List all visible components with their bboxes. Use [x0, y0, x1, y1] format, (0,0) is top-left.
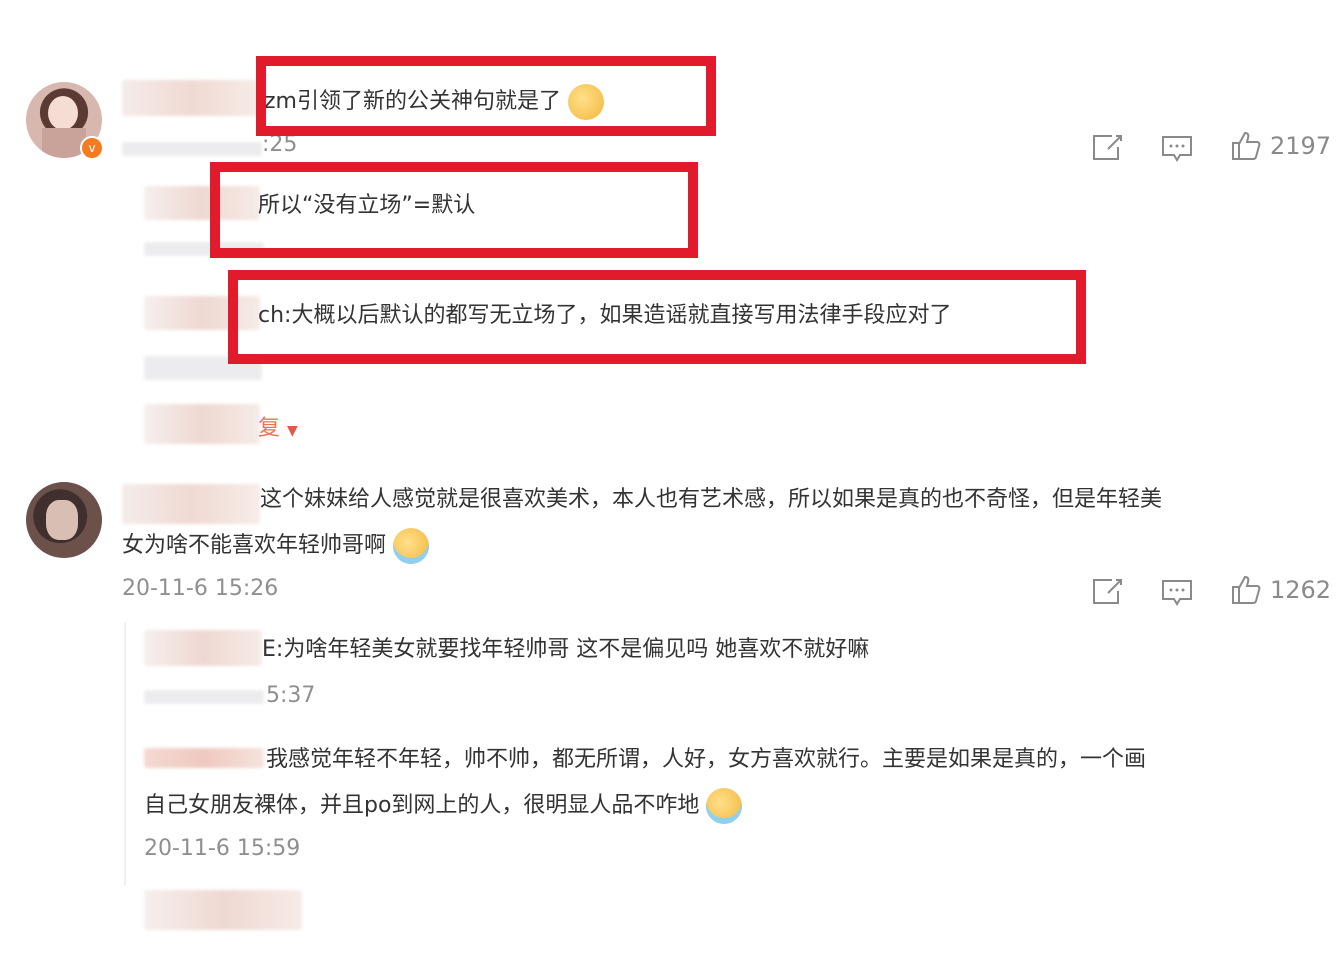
reply-time-redacted	[144, 690, 264, 704]
crying-laughing-emoji-icon	[706, 788, 743, 824]
caret-down-icon: ▼	[287, 423, 298, 439]
username-redacted	[122, 80, 262, 116]
reply-username-redacted	[144, 630, 262, 666]
thumbs-up-icon	[1230, 130, 1262, 162]
comment-body: 女为啥不能喜欢年轻帅哥啊	[122, 533, 387, 558]
comment-text-line2: 女为啥不能喜欢年轻帅哥啊	[122, 528, 430, 564]
highlight-box	[228, 270, 1086, 364]
like-count: 1262	[1270, 576, 1332, 604]
reply-username-redacted	[144, 748, 264, 768]
highlight-box	[210, 162, 698, 258]
reply-time: 20-11-6 15:59	[144, 836, 301, 861]
comment-time: 20-11-6 15:26	[122, 576, 279, 601]
comment-icon[interactable]	[1160, 578, 1194, 608]
reply-text: E:为啥年轻美女就要找年轻帅哥 这不是偏见吗 她喜欢不就好嘛	[262, 637, 870, 662]
avatar[interactable]	[26, 482, 102, 558]
share-icon[interactable]	[1090, 132, 1124, 162]
reply-body: 自己女朋友裸体，并且po到网上的人，很明显人品不咋地	[144, 793, 700, 818]
like-count: 2197	[1270, 132, 1332, 160]
reply-time: 5:37	[266, 683, 316, 708]
highlight-box	[256, 56, 716, 136]
username-redacted	[122, 484, 260, 524]
more-replies-redacted[interactable]	[144, 890, 302, 930]
more-replies-link[interactable]: 复 ▼	[258, 410, 298, 442]
more-replies-redacted	[144, 404, 260, 444]
more-replies-label: 复	[258, 416, 281, 441]
reply-text-line2: 自己女朋友裸体，并且po到网上的人，很明显人品不咋地	[144, 788, 743, 824]
reply-text-line1: 我感觉年轻不年轻，帅不帅，都无所谓，人好，女方喜欢就行。主要是如果是真的，一个画	[266, 747, 1147, 772]
comment-text-line1: 这个妹妹给人感觉就是很喜欢美术，本人也有艺术感，所以如果是真的也不奇怪，但是年轻…	[260, 487, 1163, 512]
share-icon[interactable]	[1090, 576, 1124, 606]
crying-laughing-emoji-icon	[393, 528, 430, 564]
timestamp-redacted	[122, 142, 262, 156]
like-button[interactable]: 2197	[1230, 130, 1331, 162]
reply-thread-line	[124, 622, 126, 886]
verified-badge-icon: v	[80, 136, 104, 160]
thumbs-up-icon	[1230, 574, 1262, 606]
like-button[interactable]: 1262	[1230, 574, 1331, 606]
comment-icon[interactable]	[1160, 134, 1194, 164]
